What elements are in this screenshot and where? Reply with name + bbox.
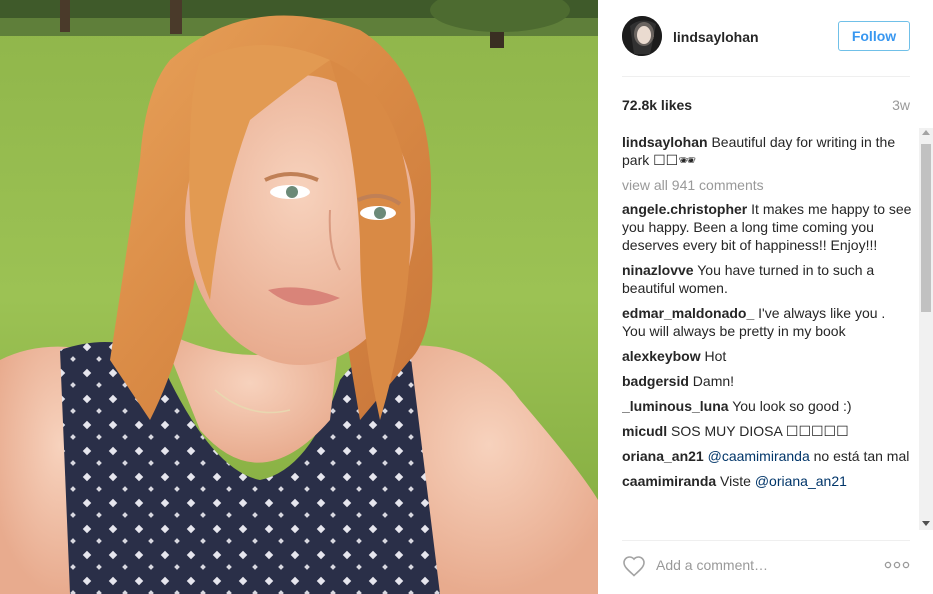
- profile-avatar[interactable]: [622, 16, 662, 56]
- comment-item: edmar_maldonado_ I've always like you . …: [622, 304, 912, 340]
- comments-list: lindsaylohan Beautiful day for writing i…: [622, 133, 912, 527]
- post-timestamp[interactable]: 3w: [892, 97, 910, 113]
- comment-username[interactable]: ninazlovve: [622, 262, 694, 278]
- comments-scrollbar[interactable]: [919, 128, 933, 530]
- comment-item: oriana_an21 @caamimiranda no está tan ma…: [622, 447, 912, 465]
- comment-username[interactable]: caamimiranda: [622, 473, 716, 489]
- comment-item: angele.christopher It makes me happy to …: [622, 200, 912, 254]
- comment-text: Viste: [716, 473, 755, 489]
- likes-count[interactable]: 72.8k likes: [622, 97, 692, 113]
- scroll-down-arrow-icon[interactable]: [922, 521, 930, 526]
- heart-outline-icon[interactable]: [622, 555, 646, 577]
- post-header: lindsaylohan Follow: [598, 0, 933, 76]
- comment-item: micudl SOS MUY DIOSA ☐☐☐☐☐: [622, 422, 912, 440]
- comment-text: You look so good :): [728, 398, 852, 414]
- follow-button[interactable]: Follow: [838, 21, 910, 51]
- post-author-username[interactable]: lindsaylohan: [673, 29, 759, 45]
- avatar-image: [622, 16, 662, 56]
- comment-item: _luminous_luna You look so good :): [622, 397, 912, 415]
- comment-mention[interactable]: @oriana_an21: [755, 473, 847, 489]
- selfie-in-park-image: [0, 0, 598, 594]
- comment-username[interactable]: micudl: [622, 423, 667, 439]
- comment-text: SOS MUY DIOSA ☐☐☐☐☐: [667, 423, 849, 439]
- post-photo[interactable]: [0, 0, 598, 594]
- comment-text: Hot: [700, 348, 727, 364]
- more-options-icon[interactable]: [884, 558, 910, 572]
- comment-item: badgersid Damn!: [622, 372, 912, 390]
- header-divider: [622, 76, 910, 77]
- comment-mention[interactable]: @caamimiranda: [704, 448, 810, 464]
- comment-username[interactable]: angele.christopher: [622, 201, 747, 217]
- comment-item: alexkeybow Hot: [622, 347, 912, 365]
- comment-username[interactable]: _luminous_luna: [622, 398, 729, 414]
- footer-divider: [622, 540, 910, 541]
- comment-text: no está tan mal: [809, 448, 910, 464]
- comment-item: ninazlovve You have turned in to such a …: [622, 261, 912, 297]
- scroll-up-arrow-icon[interactable]: [922, 130, 930, 135]
- add-comment-input[interactable]: [656, 556, 856, 574]
- comment-item: caamimiranda Viste @oriana_an21: [622, 472, 912, 490]
- view-all-comments-link[interactable]: view all 941 comments: [622, 176, 912, 194]
- comment-username[interactable]: badgersid: [622, 373, 689, 389]
- comment-text: Damn!: [688, 373, 735, 389]
- scrollbar-thumb[interactable]: [921, 144, 931, 312]
- comment-username[interactable]: alexkeybow: [622, 348, 701, 364]
- comment-username[interactable]: oriana_an21: [622, 448, 704, 464]
- comment-username[interactable]: edmar_maldonado_: [622, 305, 754, 321]
- post-details-panel: lindsaylohan Follow 72.8k likes 3w linds…: [598, 0, 933, 594]
- caption: lindsaylohan Beautiful day for writing i…: [622, 133, 912, 169]
- caption-username[interactable]: lindsaylohan: [622, 134, 708, 150]
